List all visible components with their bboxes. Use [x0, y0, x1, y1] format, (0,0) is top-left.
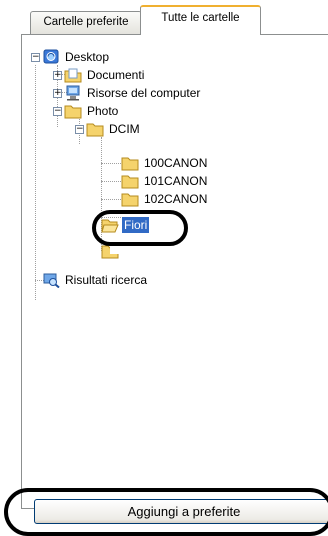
folder-icon [86, 123, 104, 137]
tab-cartelle-preferite[interactable]: Cartelle preferite [30, 11, 142, 34]
tree-label-101canon: 101CANON [144, 174, 208, 188]
tree-label-risorse: Risorse del computer [87, 86, 201, 100]
tree-item-risultati-ricerca[interactable]: Risultati ricerca [42, 271, 149, 289]
open-folder-icon [101, 219, 119, 233]
folder-icon [121, 193, 139, 207]
dcim-collapse-toggle[interactable]: − [75, 125, 84, 134]
desktop-collapse-toggle[interactable]: − [31, 53, 40, 62]
tree-label-photo: Photo [87, 104, 119, 118]
tree-item-risorse-del-computer[interactable]: Risorse del computer [64, 84, 202, 102]
tree-item-100canon[interactable]: 100CANON [121, 154, 209, 172]
folder-icon [121, 157, 139, 171]
tree-label-documenti: Documenti [87, 68, 145, 82]
folder-icon [64, 105, 82, 119]
desktop-icon [43, 49, 59, 64]
documenti-expand-toggle[interactable]: + [53, 71, 62, 80]
tree-item-101canon[interactable]: 101CANON [121, 172, 209, 190]
tree-item-photo[interactable]: Photo [64, 102, 120, 120]
my-computer-icon [66, 85, 80, 101]
tree-label-100canon: 100CANON [144, 156, 208, 170]
tree-label-desktop: Desktop [65, 50, 110, 64]
photo-collapse-toggle[interactable]: − [53, 107, 62, 116]
occluded-area [110, 244, 170, 254]
folder-tree-panel[interactable]: − Desktop + Documenti + Risorse del comp… [21, 34, 328, 509]
tree-item-desktop[interactable]: Desktop [42, 48, 111, 66]
tree-label-fiori: Fiori [122, 217, 150, 233]
tree-label-risultati: Risultati ricerca [65, 273, 148, 287]
add-to-favorites-button[interactable]: Aggiungi a preferite [34, 499, 328, 524]
tab-tutte-le-cartelle[interactable]: Tutte le cartelle [140, 5, 261, 35]
documents-folder-icon [64, 68, 82, 83]
risorse-expand-toggle[interactable]: + [53, 89, 62, 98]
tree-item-documenti[interactable]: Documenti [64, 66, 146, 84]
search-results-icon [43, 273, 60, 288]
folder-icon [121, 175, 139, 189]
tree-item-fiori[interactable]: Fiori [101, 216, 150, 234]
occluded-area [160, 203, 232, 211]
tree-label-dcim: DCIM [109, 122, 140, 136]
tree-item-dcim[interactable]: DCIM [86, 120, 142, 138]
